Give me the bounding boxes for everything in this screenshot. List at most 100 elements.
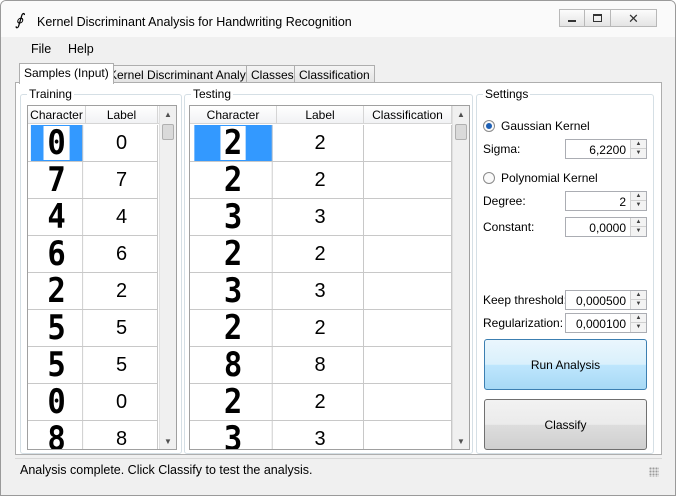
table-row[interactable]: 33 [190,199,452,236]
scroll-down-arrow-icon[interactable]: ▼ [160,433,176,449]
classification-cell[interactable] [364,199,452,235]
label-cell[interactable]: 5 [86,347,158,383]
tab-samples-input[interactable]: Samples (Input) [19,63,114,84]
degree-spinbox[interactable]: 2 ▲ ▼ [565,191,647,211]
character-cell[interactable]: 2 [194,125,273,161]
spin-up-icon[interactable]: ▲ [631,314,646,323]
resize-grip-icon[interactable] [649,467,659,477]
label-cell[interactable]: 6 [86,236,158,272]
character-cell[interactable]: 0 [30,125,84,161]
character-cell[interactable]: 5 [31,310,84,346]
spin-up-icon[interactable]: ▲ [631,140,646,149]
label-cell[interactable]: 8 [277,347,364,383]
character-cell[interactable]: 8 [31,421,84,449]
maximize-button[interactable] [585,9,611,27]
table-row[interactable]: 55 [28,310,158,347]
menu-help[interactable]: Help [68,42,94,56]
spin-down-icon[interactable]: ▼ [631,201,646,210]
character-cell[interactable]: 3 [194,273,273,309]
classification-cell[interactable] [364,384,452,420]
run-analysis-button[interactable]: Run Analysis [484,339,647,390]
table-row[interactable]: 22 [190,310,452,347]
label-cell[interactable]: 3 [277,199,364,235]
character-cell[interactable]: 5 [31,347,84,383]
classification-cell[interactable] [364,310,452,346]
label-cell[interactable]: 0 [86,384,158,420]
testing-scrollbar[interactable]: ▲ ▼ [452,106,469,449]
character-cell[interactable]: 6 [31,236,84,272]
label-cell[interactable]: 8 [86,421,158,449]
menu-file[interactable]: File [31,42,51,56]
column-header-label[interactable]: Label [277,106,364,123]
classification-cell[interactable] [364,162,452,198]
character-cell[interactable]: 8 [194,347,273,383]
character-cell[interactable]: 2 [194,236,273,272]
spin-up-icon[interactable]: ▲ [631,192,646,201]
character-cell[interactable]: 2 [194,310,273,346]
column-header-character[interactable]: Character [190,106,277,123]
column-header-character[interactable]: Character [28,106,86,123]
character-cell[interactable]: 2 [194,384,273,420]
table-row[interactable]: 88 [28,421,158,449]
spin-down-icon[interactable]: ▼ [631,149,646,158]
column-header-label[interactable]: Label [86,106,158,123]
label-cell[interactable]: 5 [86,310,158,346]
polynomial-kernel-radio[interactable] [483,172,495,184]
spin-up-icon[interactable]: ▲ [631,291,646,300]
training-grid[interactable]: Character Label 007744662255550088 ▲ ▼ [27,105,177,450]
constant-spinbox[interactable]: 0,0000 ▲ ▼ [565,217,647,237]
table-row[interactable]: 88 [190,347,452,384]
character-cell[interactable]: 0 [31,384,84,420]
classification-cell[interactable] [364,273,452,309]
table-row[interactable]: 77 [28,162,158,199]
table-row[interactable]: 00 [28,384,158,421]
column-header-classification[interactable]: Classification [364,106,452,123]
character-cell[interactable]: 2 [194,162,273,198]
scroll-up-arrow-icon[interactable]: ▲ [160,106,176,123]
character-cell[interactable]: 3 [194,421,273,449]
label-cell[interactable]: 3 [277,421,364,449]
classification-cell[interactable] [364,236,452,272]
spin-down-icon[interactable]: ▼ [631,300,646,309]
classify-button[interactable]: Classify [484,399,647,450]
tab-classification[interactable]: Classification [294,65,375,83]
label-cell[interactable]: 2 [86,273,158,309]
table-row[interactable]: 55 [28,347,158,384]
training-scrollbar[interactable]: ▲ ▼ [159,106,176,449]
polynomial-kernel-label[interactable]: Polynomial Kernel [501,171,598,185]
table-row[interactable]: 33 [190,421,452,449]
table-row[interactable]: 44 [28,199,158,236]
minimize-button[interactable] [559,9,585,27]
label-cell[interactable]: 2 [277,162,364,198]
table-row[interactable]: 22 [190,125,452,162]
spin-up-icon[interactable]: ▲ [631,218,646,227]
table-row[interactable]: 22 [190,384,452,421]
table-row[interactable]: 22 [190,162,452,199]
close-button[interactable]: ✕ [611,9,657,27]
classification-cell[interactable] [364,421,452,449]
scroll-up-arrow-icon[interactable]: ▲ [453,106,469,123]
testing-grid[interactable]: Character Label Classification 222233223… [189,105,470,450]
tab-classes[interactable]: Classes [246,65,299,83]
scroll-thumb[interactable] [455,124,467,140]
spin-down-icon[interactable]: ▼ [631,227,646,236]
scroll-down-arrow-icon[interactable]: ▼ [453,433,469,449]
table-row[interactable]: 66 [28,236,158,273]
classification-cell[interactable] [364,347,452,383]
label-cell[interactable]: 7 [86,162,158,198]
character-cell[interactable]: 4 [31,199,84,235]
sigma-spinbox[interactable]: 6,2200 ▲ ▼ [565,139,647,159]
classification-cell[interactable] [364,125,452,161]
character-cell[interactable]: 2 [31,273,84,309]
gaussian-kernel-radio[interactable] [483,120,495,132]
spin-down-icon[interactable]: ▼ [631,323,646,332]
label-cell[interactable]: 3 [277,273,364,309]
regularization-spinbox[interactable]: 0,000100 ▲ ▼ [565,313,647,333]
tab-kernel-discriminant-analysis[interactable]: Kernel Discriminant Analysis [104,65,266,83]
gaussian-kernel-label[interactable]: Gaussian Kernel [501,119,590,133]
label-cell[interactable]: 2 [277,236,364,272]
label-cell[interactable]: 0 [86,125,158,161]
table-row[interactable]: 22 [28,273,158,310]
table-row[interactable]: 00 [28,125,158,162]
table-row[interactable]: 22 [190,236,452,273]
